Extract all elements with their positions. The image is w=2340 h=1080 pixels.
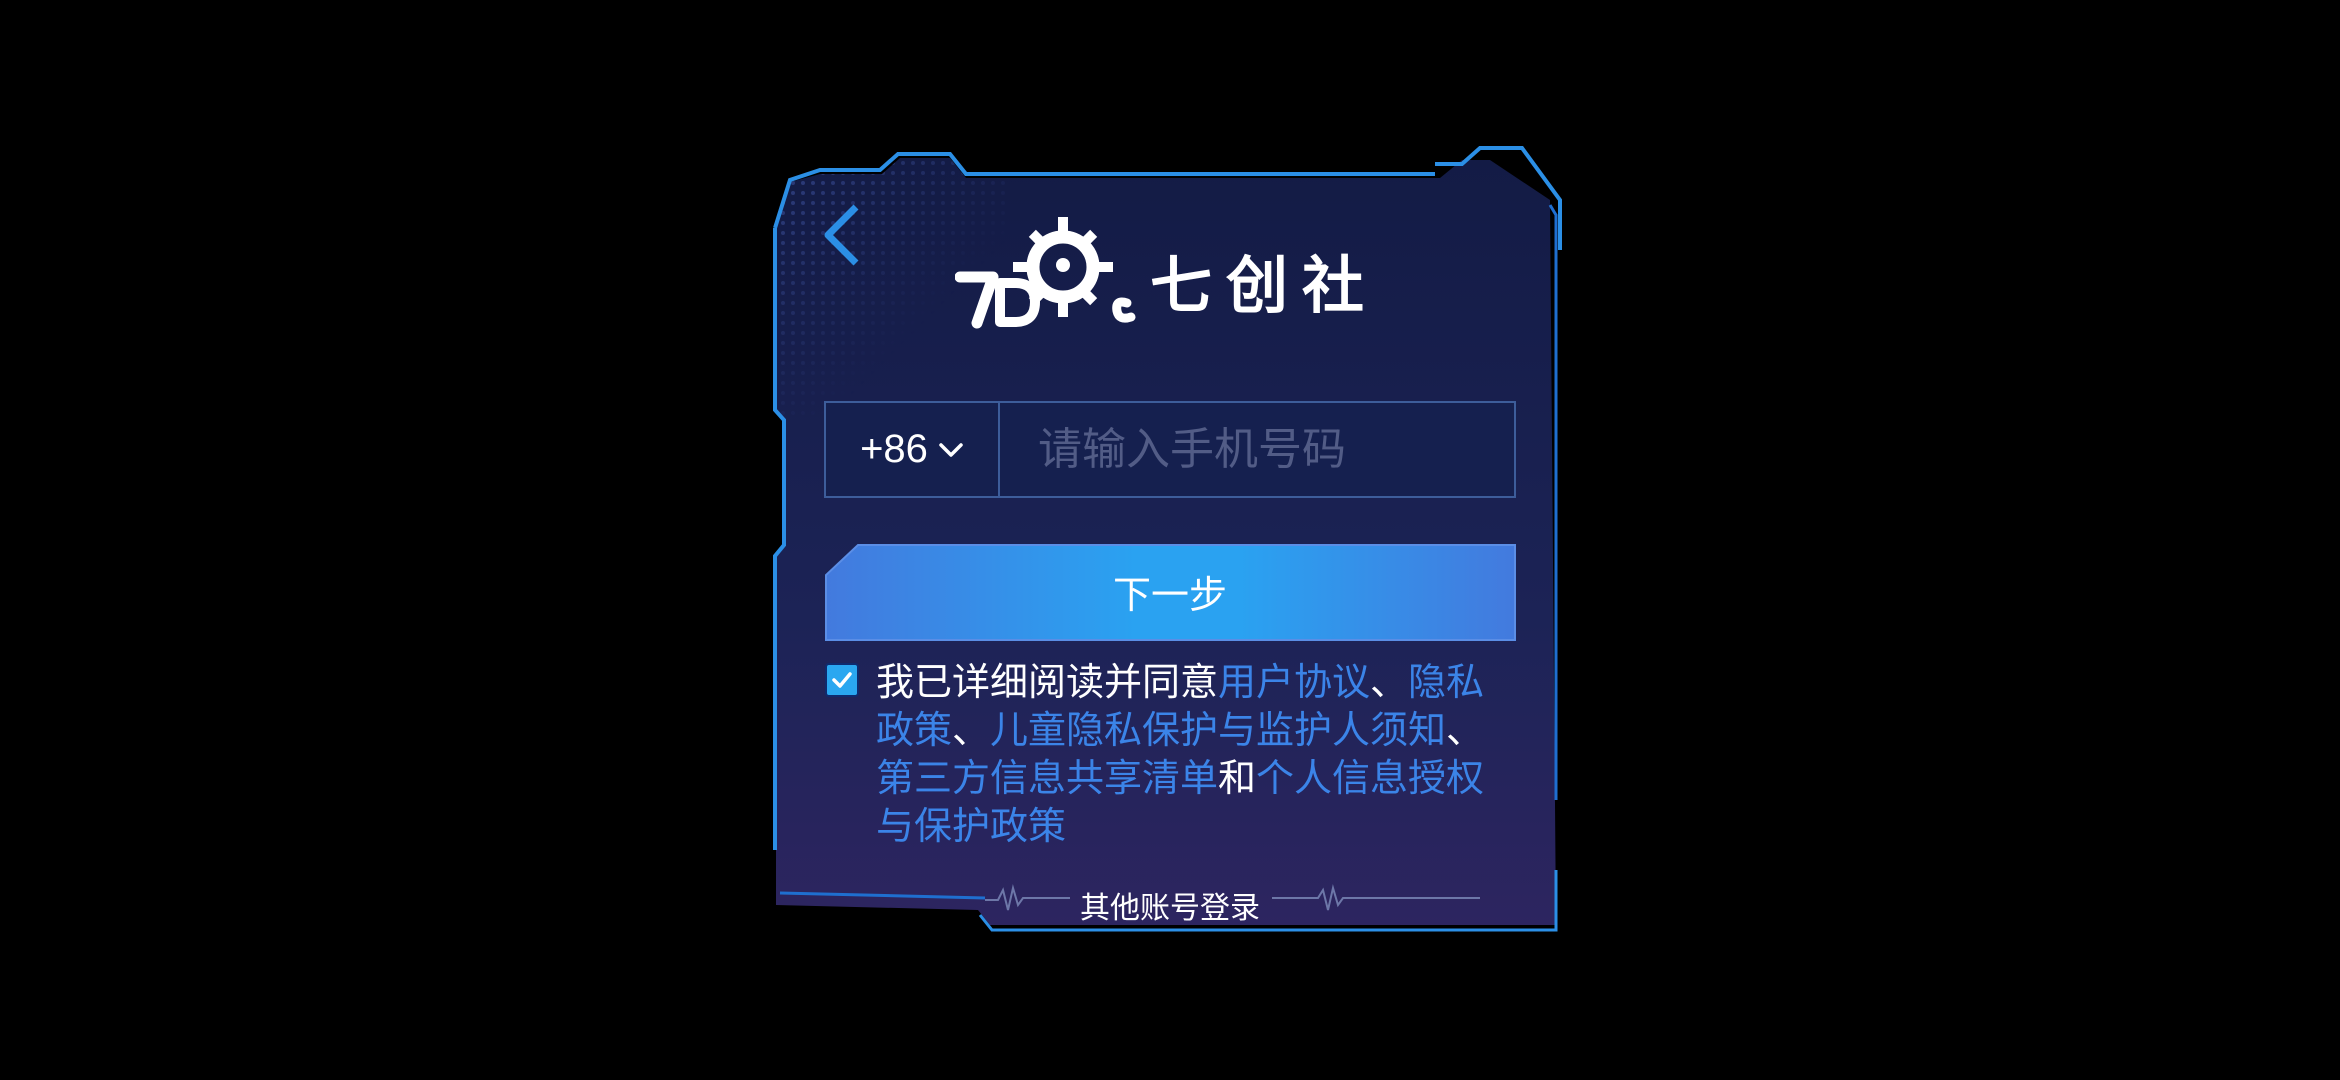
country-code-selector[interactable]: +86 xyxy=(826,403,1000,496)
agreement-conjunction: 和 xyxy=(1218,756,1257,800)
next-button[interactable]: 下一步 xyxy=(824,542,1516,640)
chevron-down-icon xyxy=(939,442,963,457)
agreement-prefix: 我已详细阅读并同意 xyxy=(876,660,1219,704)
chevron-left-icon xyxy=(824,204,859,266)
third-party-sharing-link[interactable]: 第三方信息共享清单 xyxy=(876,756,1218,800)
login-screen: 七创社 +86 下一步 我已详细阅读并同意用户协议、隐私政策、儿童隐私保护与监护… xyxy=(0,0,2340,1080)
children-privacy-link[interactable]: 儿童隐私保护与监护人须知 xyxy=(990,708,1446,752)
country-code-label: +86 xyxy=(860,427,928,471)
checkmark-icon xyxy=(832,672,852,688)
agreement-separator: 、 xyxy=(952,708,991,752)
agreement-text: 我已详细阅读并同意用户协议、隐私政策、儿童隐私保护与监护人须知、第三方信息共享清… xyxy=(876,658,1496,850)
back-button[interactable] xyxy=(812,200,872,270)
other-account-login-button[interactable]: 其他账号登录 xyxy=(1080,883,1260,927)
user-agreement-link[interactable]: 用户协议 xyxy=(1218,660,1370,704)
agreement-checkbox[interactable] xyxy=(825,663,859,697)
phone-input-row: +86 xyxy=(824,401,1516,498)
logo-brand-text: 七创社 xyxy=(1150,249,1379,322)
agreement-separator: 、 xyxy=(1446,708,1485,752)
phone-number-input[interactable] xyxy=(1002,403,1512,496)
agreement-separator: 、 xyxy=(1370,660,1409,704)
next-button-label: 下一步 xyxy=(1112,572,1227,617)
